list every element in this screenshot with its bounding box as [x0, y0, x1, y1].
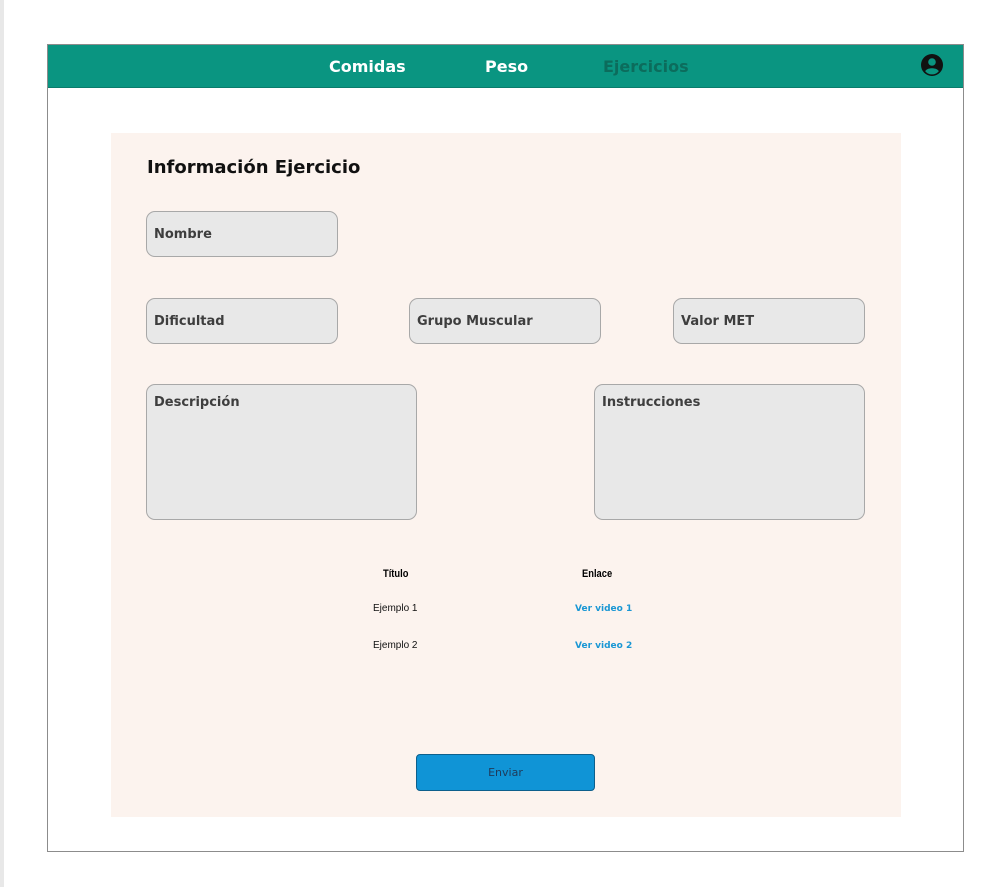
user-circle-icon[interactable] [921, 54, 943, 76]
table-cell-titulo-1: Ejemplo 1 [373, 603, 418, 614]
instrucciones-label: Instrucciones [602, 395, 701, 410]
dificultad-field[interactable]: Dificultad [146, 298, 338, 344]
left-edge-strip [0, 0, 4, 887]
app-window: Comidas Peso Ejercicios Información Ejer… [47, 44, 964, 852]
grupo-muscular-field[interactable]: Grupo Muscular [409, 298, 601, 344]
valor-met-field[interactable]: Valor MET [673, 298, 865, 344]
nombre-label: Nombre [154, 227, 212, 242]
grupo-muscular-label: Grupo Muscular [417, 314, 533, 329]
nav-item-comidas[interactable]: Comidas [329, 57, 406, 76]
exercise-form-panel: Información Ejercicio Nombre Dificultad … [111, 133, 901, 817]
video-link-1[interactable]: Ver video 1 [575, 604, 632, 614]
enviar-button[interactable]: Enviar [416, 754, 595, 791]
table-cell-titulo-2: Ejemplo 2 [373, 640, 418, 651]
table-header-titulo: Título [383, 568, 409, 580]
nav-item-peso[interactable]: Peso [485, 57, 528, 76]
valor-met-label: Valor MET [681, 314, 755, 329]
descripcion-label: Descripción [154, 395, 240, 410]
nombre-field[interactable]: Nombre [146, 211, 338, 257]
table-header-enlace: Enlace [582, 568, 613, 580]
descripcion-textarea[interactable]: Descripción [146, 384, 417, 520]
enviar-button-label: Enviar [488, 766, 523, 779]
nav-item-ejercicios[interactable]: Ejercicios [603, 57, 689, 76]
dificultad-label: Dificultad [154, 314, 225, 329]
instrucciones-textarea[interactable]: Instrucciones [594, 384, 865, 520]
video-link-2[interactable]: Ver video 2 [575, 641, 632, 651]
form-title: Información Ejercicio [147, 157, 361, 178]
top-navbar: Comidas Peso Ejercicios [48, 45, 963, 88]
